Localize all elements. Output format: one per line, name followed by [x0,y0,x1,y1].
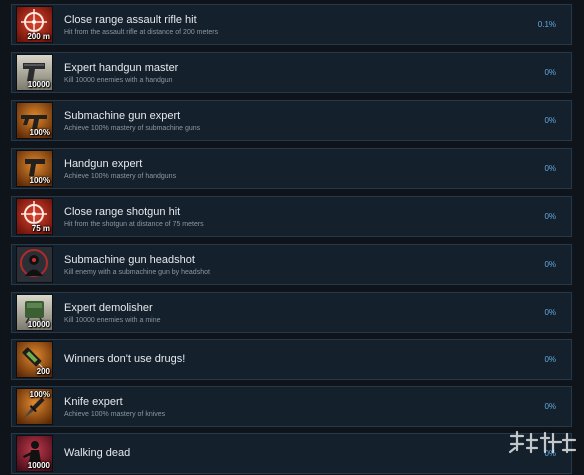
submachine-gun-icon: 100% [16,102,53,139]
achievement-description: Kill 10000 enemies with a handgun [64,77,173,84]
achievement-list: 200 m Close range assault rifle hit Hit … [0,0,584,475]
achievement-percent: 0% [544,68,556,77]
achievement-badge: 200 m [27,32,50,41]
handgun-icon: 100% [16,150,53,187]
achievement-percent: 0% [544,212,556,221]
achievement-row[interactable]: 100% Submachine gun expert Achieve 100% … [11,100,572,141]
crosshair-icon: 200 m [16,6,53,43]
achievement-title: Walking dead [64,447,131,459]
headshot-target-icon [16,246,53,283]
zombie-icon: 10000 [16,435,53,472]
achievement-badge: 10000 [27,320,50,329]
achievement-description: Achieve 100% mastery of handguns [64,173,177,180]
achievement-row[interactable]: 75 m Close range shotgun hit Hit from th… [11,196,572,237]
achievement-badge: 10000 [27,80,50,89]
achievement-row[interactable]: 200 m Close range assault rifle hit Hit … [11,4,572,45]
achievement-badge: 10000 [27,461,50,470]
achievement-percent: 0.1% [537,20,556,29]
achievement-title: Close range shotgun hit [64,206,181,218]
achievement-percent: 0% [544,260,556,269]
knife-icon: 100% [16,388,53,425]
achievement-percent: 0% [544,116,556,125]
achievement-description: Achieve 100% mastery of knives [64,411,166,418]
achievement-row[interactable]: 10000 Expert demolisher Kill 10000 enemi… [11,292,572,333]
syringe-icon: 200 [16,341,53,378]
achievement-title: Submachine gun headshot [64,254,195,266]
achievement-row[interactable]: 10000 Expert handgun master Kill 10000 e… [11,52,572,93]
achievement-row[interactable]: 100% Handgun expert Achieve 100% mastery… [11,148,572,189]
achievement-badge: 75 m [31,224,50,233]
crosshair-icon: 75 m [16,198,53,235]
achievement-title: Submachine gun expert [64,110,181,122]
achievement-title: Handgun expert [64,158,143,170]
achievement-percent: 0% [544,164,556,173]
achievement-title: Knife expert [64,396,123,408]
achievement-badge: 100% [29,390,50,399]
achievement-description: Achieve 100% mastery of submachine guns [64,125,201,132]
achievement-row[interactable]: 200 Winners don't use drugs! 0% [11,339,572,380]
achievement-row[interactable]: 100% Knife expert Achieve 100% mastery o… [11,386,572,427]
achievement-badge: 100% [29,128,50,137]
achievement-title: Expert handgun master [64,62,179,74]
achievement-row[interactable]: 10000 Walking dead 0% [11,433,572,474]
achievement-percent: 0% [544,308,556,317]
handgun-icon: 10000 [16,54,53,91]
achievement-percent: 0% [544,402,556,411]
achievement-percent: 0% [544,355,556,364]
achievement-title: Close range assault rifle hit [64,14,197,26]
achievement-title: Expert demolisher [64,302,153,314]
achievement-row[interactable]: Submachine gun headshot Kill enemy with … [11,244,572,285]
mine-icon: 10000 [16,294,53,331]
watermark-logo-icon [508,430,577,454]
achievement-description: Hit from the shotgun at distance of 75 m… [64,221,204,228]
achievement-description: Kill enemy with a submachine gun by head… [64,269,210,276]
achievement-badge: 100% [29,176,50,185]
achievement-badge: 200 [36,367,50,376]
achievement-description: Kill 10000 enemies with a mine [64,317,161,324]
achievement-title: Winners don't use drugs! [64,353,186,365]
achievement-description: Hit from the assault rifle at distance o… [64,29,219,36]
